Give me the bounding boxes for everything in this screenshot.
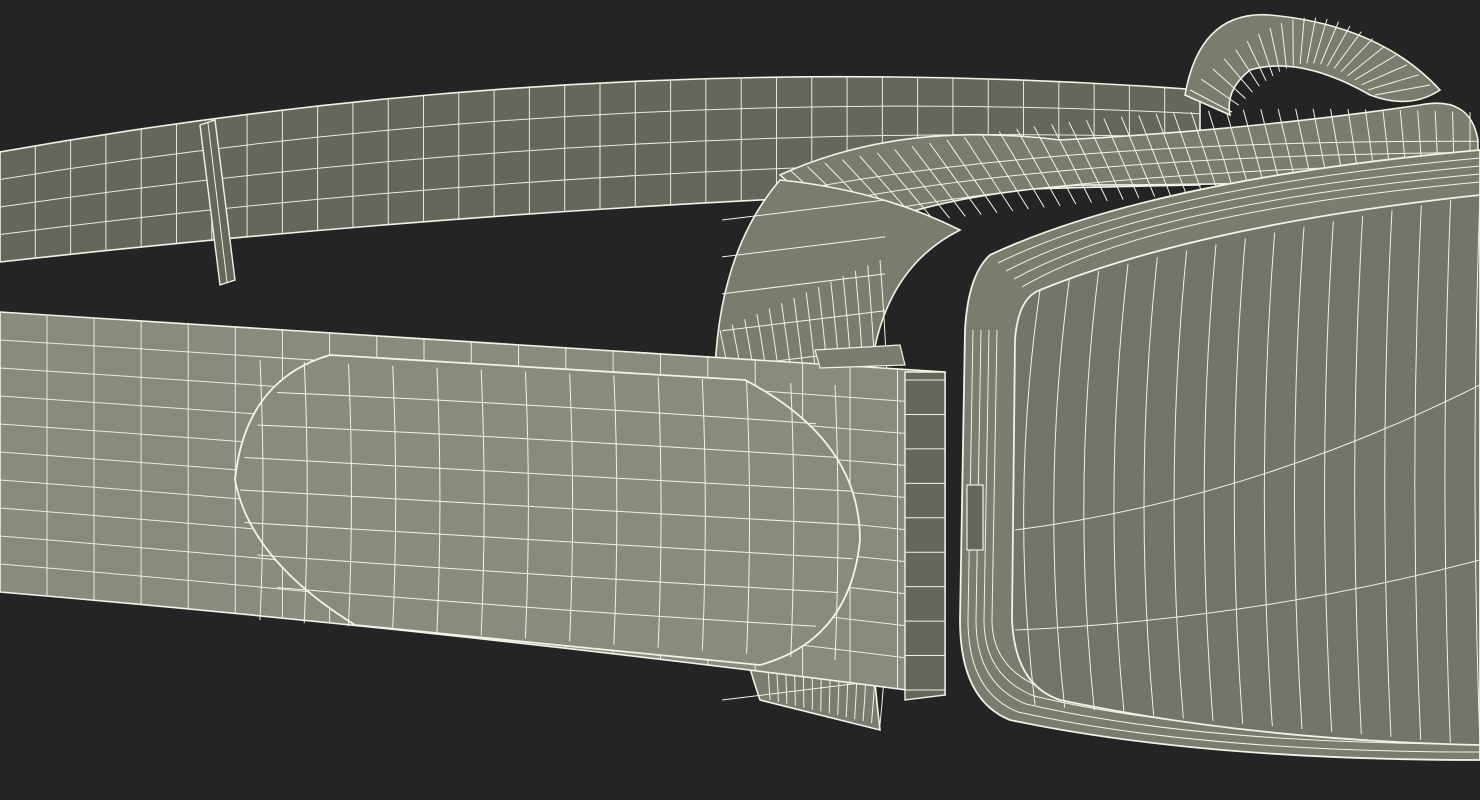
hinge-pin	[966, 484, 984, 551]
3d-viewport	[0, 0, 1480, 800]
front-strap-end	[904, 371, 946, 701]
lens	[1011, 194, 1480, 746]
goggles-wireframe-render	[0, 0, 1480, 800]
